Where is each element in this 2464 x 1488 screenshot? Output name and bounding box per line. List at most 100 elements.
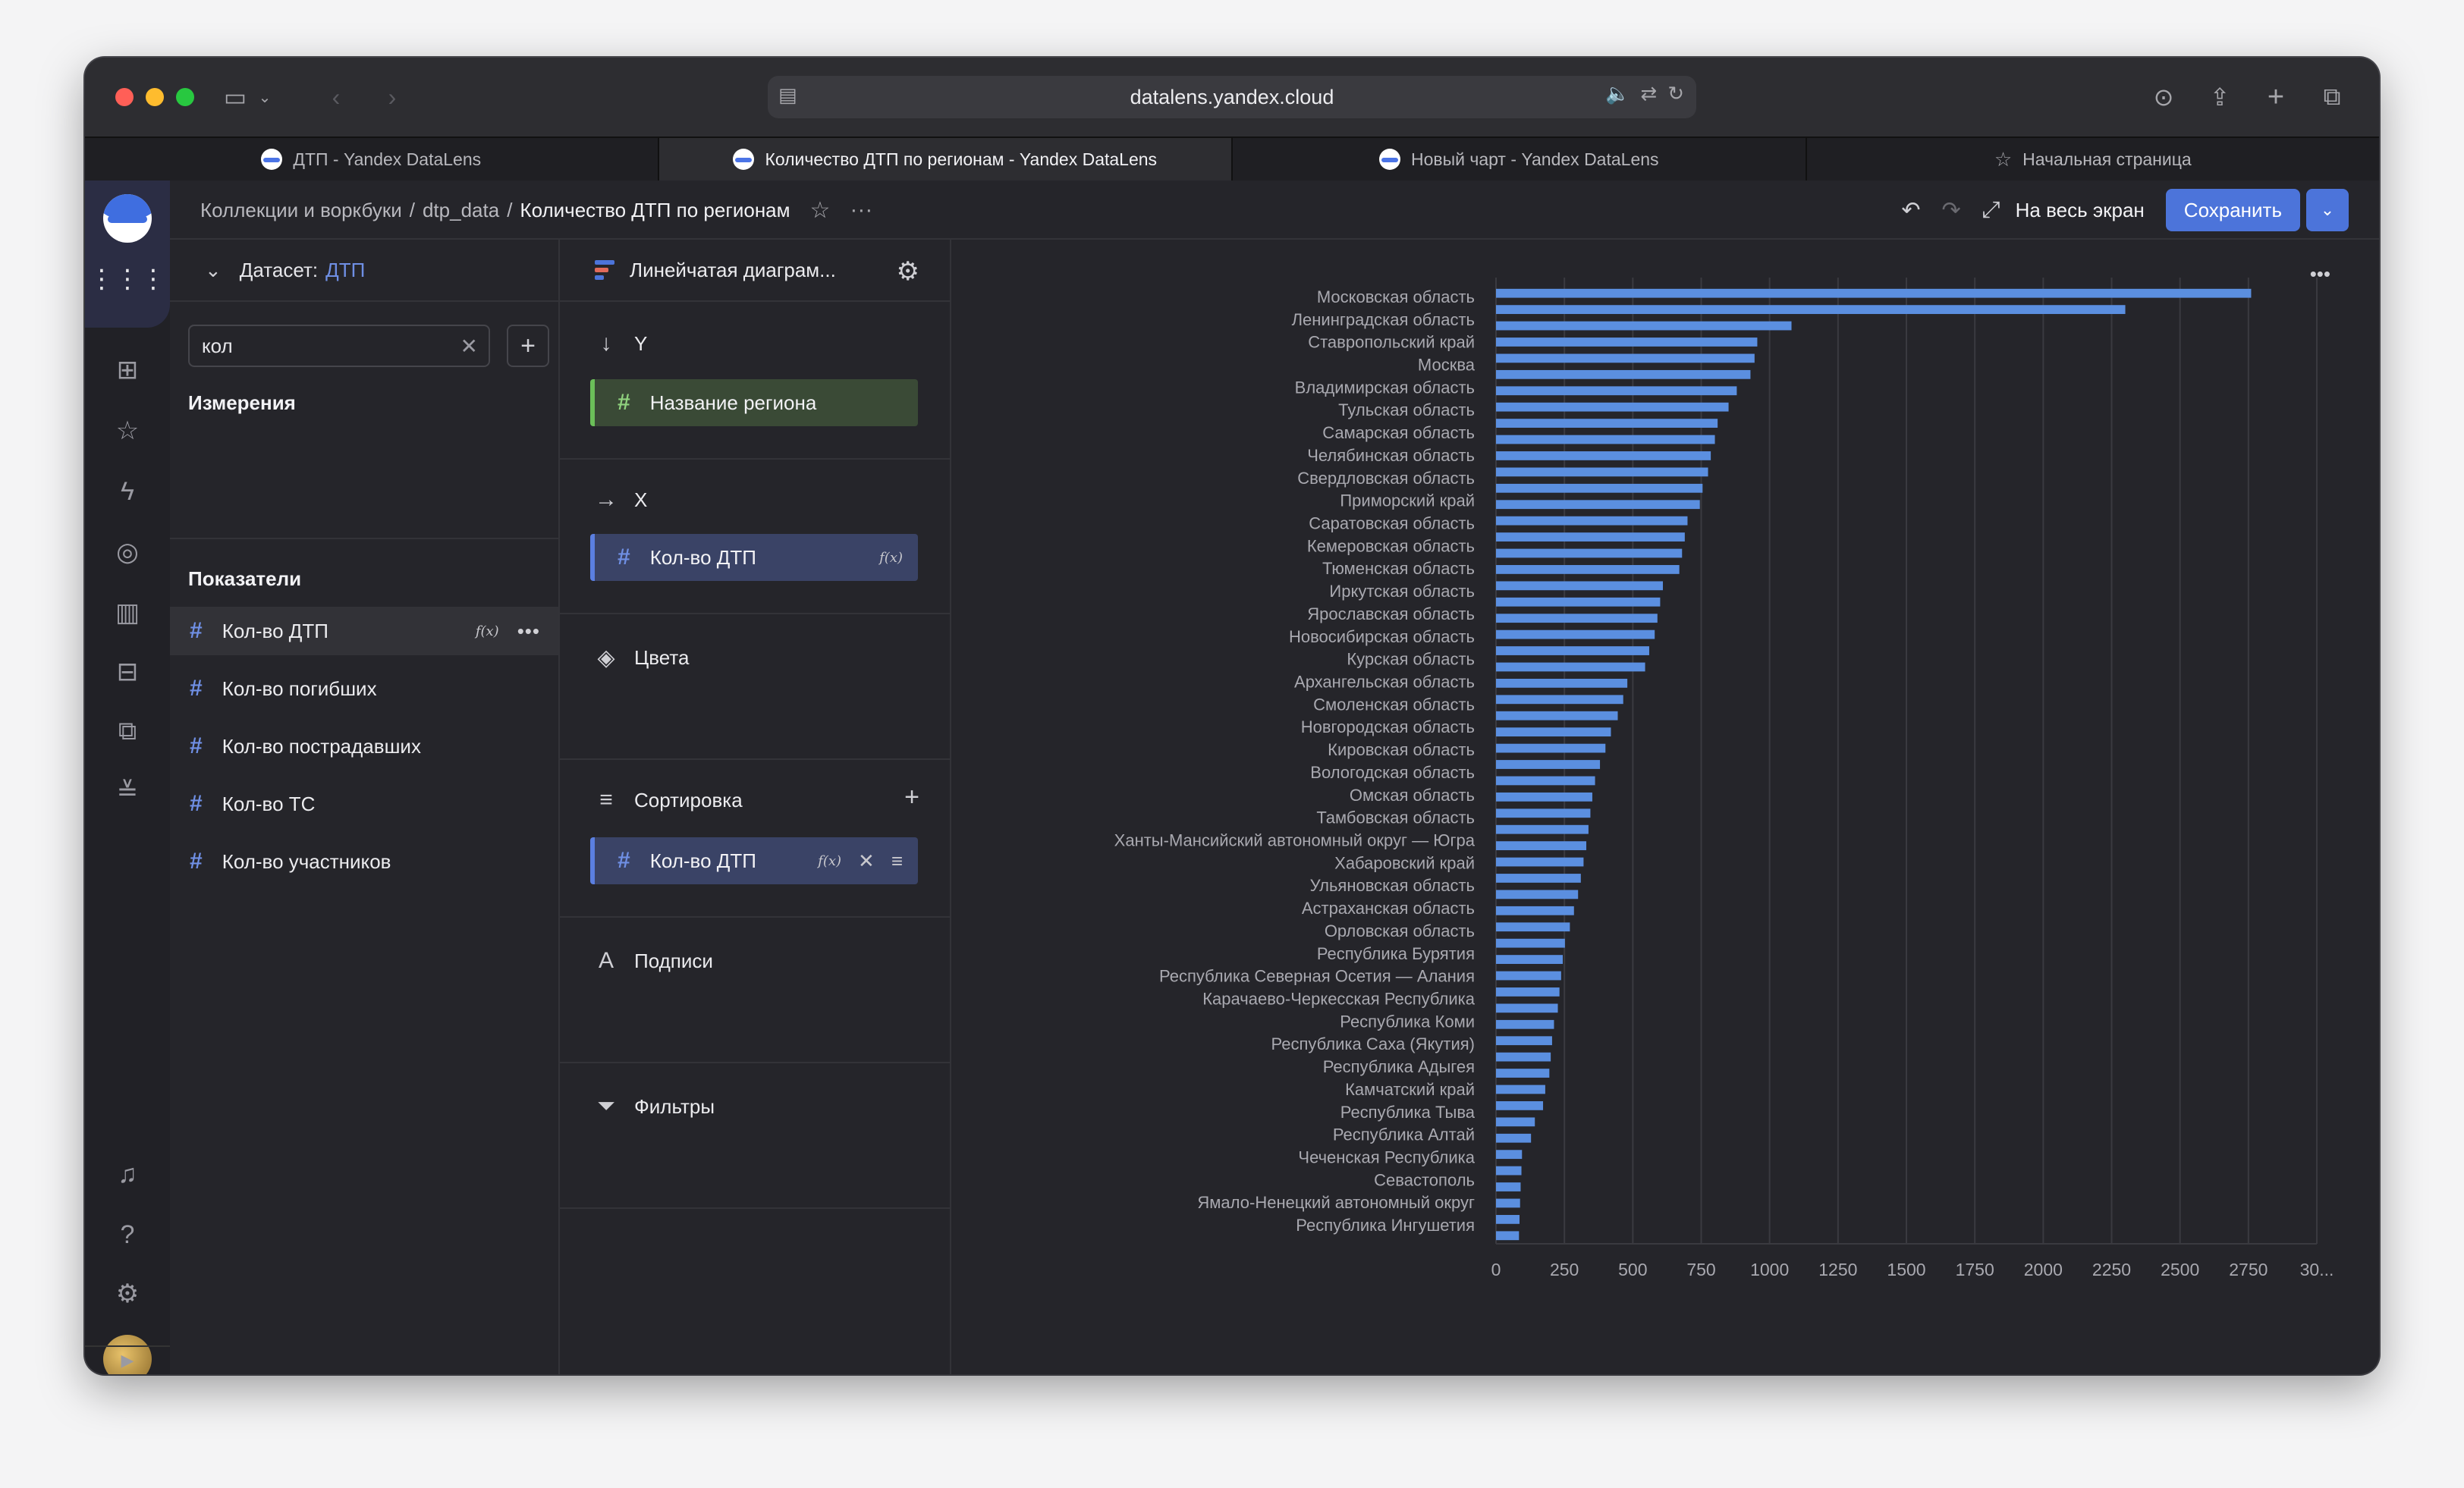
chart-settings-gear-icon[interactable]: ⚙ [897, 256, 919, 287]
reports-icon[interactable]: ⧉ [112, 716, 143, 746]
y-category-label: Ямало-Ненецкий автономный округ [1197, 1193, 1475, 1212]
paint-bucket-icon: ◈ [597, 645, 615, 670]
y-category-label: Республика Ингушетия [1296, 1216, 1475, 1235]
window-minimize-button[interactable] [146, 88, 164, 106]
help-icon[interactable]: ? [112, 1220, 143, 1250]
x-tick-label: 750 [1686, 1260, 1715, 1279]
window-maximize-button[interactable] [176, 88, 194, 106]
field-search-input[interactable]: кол ✕ [188, 325, 490, 367]
add-field-button[interactable]: + [507, 325, 549, 367]
back-icon[interactable]: ‹ [325, 76, 347, 118]
y-category-label: Республика Северная Осетия — Алания [1159, 967, 1475, 986]
visualization-panel: Линейчатая диаграм... ⚙ ↓ Y # Название р… [560, 240, 951, 1374]
datalens-logo-icon[interactable] [103, 194, 152, 243]
measure-field-participants[interactable]: # Кол-во участников [170, 837, 558, 886]
speaker-icon[interactable]: 🔈 [1605, 82, 1630, 105]
tab-label: Количество ДТП по регионам - Yandex Data… [765, 149, 1158, 169]
save-dropdown-chevron-icon[interactable]: ⌄ [2306, 189, 2349, 231]
visualization-selector[interactable]: Линейчатая диаграм... ⚙ [560, 240, 950, 302]
address-bar[interactable]: ▤ datalens.yandex.cloud 🔈 ⇄ ↻ [768, 76, 1696, 118]
favorites-star-icon[interactable]: ☆ [112, 416, 143, 446]
tab-label: ДТП - Yandex DataLens [293, 149, 482, 169]
bar [1496, 890, 1579, 899]
tab-label: Новый чарт - Yandex DataLens [1410, 149, 1659, 169]
field-menu-icon[interactable]: ••• [517, 620, 540, 643]
measure-hash-icon: # [190, 676, 203, 701]
download-icon[interactable]: ⊙ [2148, 76, 2179, 118]
y-category-label: Архангельская область [1294, 673, 1475, 692]
settings-gear-icon[interactable]: ⚙ [112, 1279, 143, 1309]
x-tick-label: 250 [1550, 1260, 1579, 1279]
y-category-label: Челябинская область [1307, 446, 1475, 465]
x-tick-label: 2000 [2024, 1260, 2063, 1279]
chip-label: Кол-во ДТП [649, 849, 756, 872]
tab-new-chart[interactable]: Новый чарт - Yandex DataLens [1233, 138, 1807, 181]
bar [1496, 776, 1595, 786]
add-sort-plus-icon[interactable]: + [904, 783, 919, 812]
favorite-star-icon[interactable]: ☆ [810, 197, 831, 224]
translate-icon[interactable]: ⇄ [1640, 82, 1657, 105]
charts-icon[interactable]: ▥ [112, 598, 143, 628]
bar [1496, 938, 1565, 948]
bar [1496, 532, 1685, 542]
measure-field-dtp-count[interactable]: # Кол-во ДТП f(x) ••• [170, 607, 558, 655]
connections-bolt-icon[interactable]: ϟ [112, 476, 143, 507]
settings-sliders-icon[interactable]: ≚ [112, 777, 143, 807]
x-field-chip[interactable]: # Кол-во ДТП f(x) [590, 534, 918, 581]
y-category-label: Владимирская область [1295, 378, 1475, 397]
chart-menu-icon[interactable]: ••• [2310, 262, 2330, 286]
bar [1496, 695, 1623, 705]
bar [1496, 792, 1592, 802]
undo-icon[interactable]: ↶ [1901, 197, 1920, 224]
search-value: кол [202, 334, 233, 357]
breadcrumb-separator: / [409, 198, 415, 221]
page-settings-icon[interactable]: ▤ [778, 83, 797, 107]
breadcrumb-collections[interactable]: Коллекции и воркбуки [200, 199, 402, 222]
tab-overview-icon[interactable]: ⧉ [2317, 76, 2347, 118]
section-sort: ≡ Сортировка + # Кол-во ДТП f(x) ✕ ≡ [560, 760, 950, 918]
measure-field-vehicles[interactable]: # Кол-во ТС [170, 780, 558, 828]
measure-field-injured[interactable]: # Кол-во пострадавших [170, 722, 558, 771]
sidebar-toggle-icon[interactable]: ▭ [220, 76, 250, 118]
chevron-down-icon[interactable]: ⌄ [253, 76, 276, 118]
share-icon[interactable]: ⇪ [2205, 76, 2235, 118]
clear-search-icon[interactable]: ✕ [460, 334, 478, 359]
datalens-logo-icon [1378, 149, 1400, 170]
fullscreen-button[interactable]: ⤢ На весь экран [1982, 197, 2145, 223]
y-category-label: Тульская область [1338, 400, 1475, 419]
bar [1496, 581, 1664, 591]
bar [1496, 1069, 1550, 1078]
collections-icon[interactable]: ⊞ [112, 355, 143, 385]
sort-direction-icon[interactable]: ≡ [891, 849, 903, 873]
y-field-chip[interactable]: # Название региона [590, 379, 918, 426]
save-button[interactable]: Сохранить [2165, 189, 2300, 231]
bar [1496, 841, 1587, 851]
sort-field-chip[interactable]: # Кол-во ДТП f(x) ✕ ≡ [590, 837, 918, 884]
remove-field-icon[interactable]: ✕ [858, 849, 875, 873]
tab-dtp[interactable]: ДТП - Yandex DataLens [85, 138, 659, 181]
measure-hash-icon: # [190, 618, 203, 643]
measure-field-deaths[interactable]: # Кол-во погибших [170, 664, 558, 713]
formula-icon: f(x) [818, 852, 842, 869]
forward-icon[interactable]: › [381, 76, 404, 118]
datasets-icon[interactable]: ◎ [112, 537, 143, 567]
breadcrumb-workbook[interactable]: dtp_data [423, 199, 499, 222]
new-tab-icon[interactable]: + [2261, 76, 2291, 118]
chevron-down-icon[interactable]: ⌄ [205, 259, 222, 282]
apps-grid-icon[interactable]: ⋮⋮⋮ [89, 264, 166, 294]
reload-icon[interactable]: ↻ [1667, 82, 1684, 105]
dataset-link[interactable]: ДТП [325, 259, 365, 282]
section-title: Подписи [634, 949, 713, 972]
formula-icon: f(x) [475, 623, 499, 639]
more-actions-icon[interactable]: ··· [850, 197, 872, 223]
y-category-label: Новосибирская область [1289, 627, 1475, 646]
tab-chart-current[interactable]: Количество ДТП по регионам - Yandex Data… [658, 138, 1233, 181]
fullscreen-label: На весь экран [2015, 198, 2145, 221]
expand-nav-icon[interactable]: ▶ [85, 1345, 170, 1374]
tab-start-page[interactable]: ☆ Начальная страница [1807, 138, 2380, 181]
measure-hash-icon: # [618, 848, 630, 873]
redo-icon[interactable]: ↷ [1942, 197, 1961, 224]
window-close-button[interactable] [115, 88, 134, 106]
dashboards-icon[interactable]: ⊟ [112, 657, 143, 687]
notifications-bell-icon[interactable]: ♫ [112, 1159, 143, 1189]
